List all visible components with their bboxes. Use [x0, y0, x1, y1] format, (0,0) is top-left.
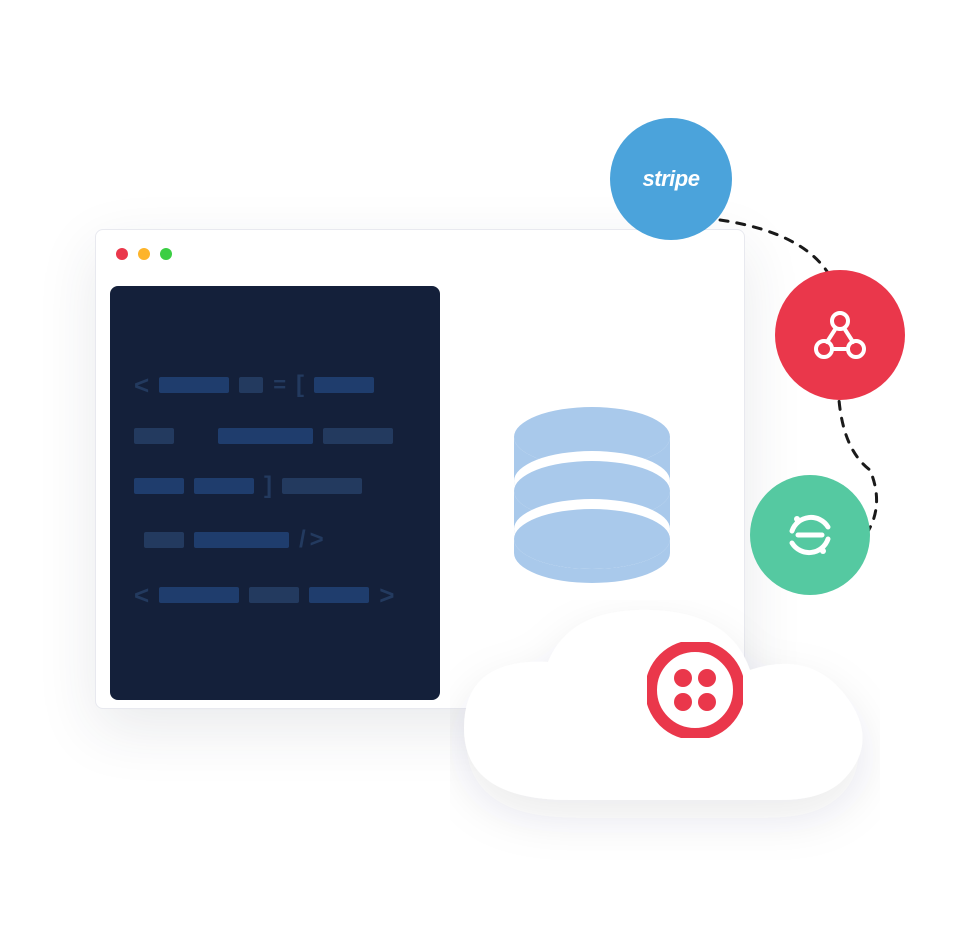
code-line: < = [ — [134, 372, 416, 398]
webhook-icon — [810, 305, 870, 365]
traffic-light-yellow — [138, 248, 150, 260]
segment-icon — [780, 505, 840, 565]
webhook-bubble — [775, 270, 905, 400]
code-line: < > — [134, 582, 416, 608]
code-line: ] — [134, 474, 416, 498]
code-line — [134, 428, 416, 444]
code-line: /> — [134, 528, 416, 552]
twilio-icon — [640, 635, 750, 745]
integration-illustration: < = [ ] — [0, 0, 971, 944]
stripe-bubble: stripe — [610, 118, 732, 240]
database-icon — [507, 403, 677, 583]
traffic-light-red — [116, 248, 128, 260]
segment-bubble — [750, 475, 870, 595]
window-traffic-lights — [96, 230, 744, 278]
traffic-light-green — [160, 248, 172, 260]
code-editor-panel: < = [ ] — [110, 286, 440, 700]
stripe-label: stripe — [643, 166, 700, 192]
